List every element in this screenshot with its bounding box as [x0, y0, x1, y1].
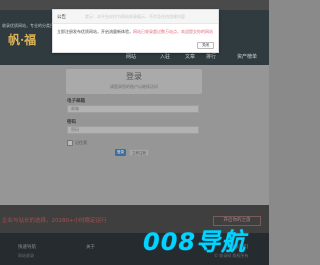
remember-label: 记住我	[75, 140, 87, 145]
modal-body-text: 立即注册发布优质网站，开启流量新体验，	[57, 29, 133, 34]
login-button[interactable]: 登录	[115, 149, 126, 156]
login-header: 登录 请登录您的账户以继续访问	[66, 69, 202, 94]
promo-button[interactable]: 开启你的之旅	[213, 216, 261, 226]
site-slogan: 收录优质网站，专业的分类目录	[2, 23, 58, 28]
email-label: 电子邮箱	[67, 99, 85, 104]
logo-text: 帆·福	[8, 33, 37, 47]
nav-item-site[interactable]: 网站	[126, 53, 136, 60]
remember-checkbox[interactable]	[67, 140, 73, 146]
password-label: 密码	[67, 120, 76, 125]
watermark-logo: 008导航	[143, 228, 247, 256]
password-field[interactable]: 密码	[67, 126, 199, 134]
announcement-modal: 公告 提示：本平台仅作为网站收录展示，不涉及任何违规内容 立即注册发布优质网站，…	[52, 9, 219, 53]
remember-me[interactable]: 记住我	[67, 140, 87, 146]
modal-body-link[interactable]: 网站已收录超过数万站点，欢迎提交你的网站	[133, 29, 213, 34]
nav-item-article[interactable]: 文章	[185, 53, 195, 60]
modal-header: 公告 提示：本平台仅作为网站收录展示，不涉及任何违规内容	[53, 10, 218, 24]
promo-text: 企业与站长的选择，20280+小时稳定运行	[2, 218, 107, 224]
nav-item-assets[interactable]: 资产榜单	[237, 53, 257, 60]
register-button[interactable]: 立即注册	[129, 149, 149, 156]
nav-item-rank[interactable]: 排行	[206, 53, 216, 60]
site-logo[interactable]: 帆·福	[8, 32, 38, 48]
modal-header-notice: 提示：本平台仅作为网站收录展示，不涉及任何违规内容	[85, 14, 185, 19]
footer-link[interactable]: 网站收录	[18, 253, 34, 259]
modal-title: 公告	[57, 15, 66, 20]
footer-title-about: 关于	[86, 245, 95, 250]
footer-title-nav: 快速导航	[18, 245, 36, 250]
login-subtitle: 请登录您的账户以继续访问	[110, 84, 158, 89]
close-button[interactable]: 关闭	[197, 42, 214, 49]
nav-item-join[interactable]: 入驻	[160, 53, 170, 60]
email-field[interactable]: 邮箱	[67, 105, 199, 113]
modal-body: 立即注册发布优质网站，开启流量新体验，网站已收录超过数万站点，欢迎提交你的网站	[57, 29, 213, 35]
login-title: 登录	[126, 72, 142, 81]
login-panel: 登录 请登录您的账户以继续访问 电子邮箱 邮箱 密码 密码 记住我 登录 立即注…	[66, 69, 202, 161]
